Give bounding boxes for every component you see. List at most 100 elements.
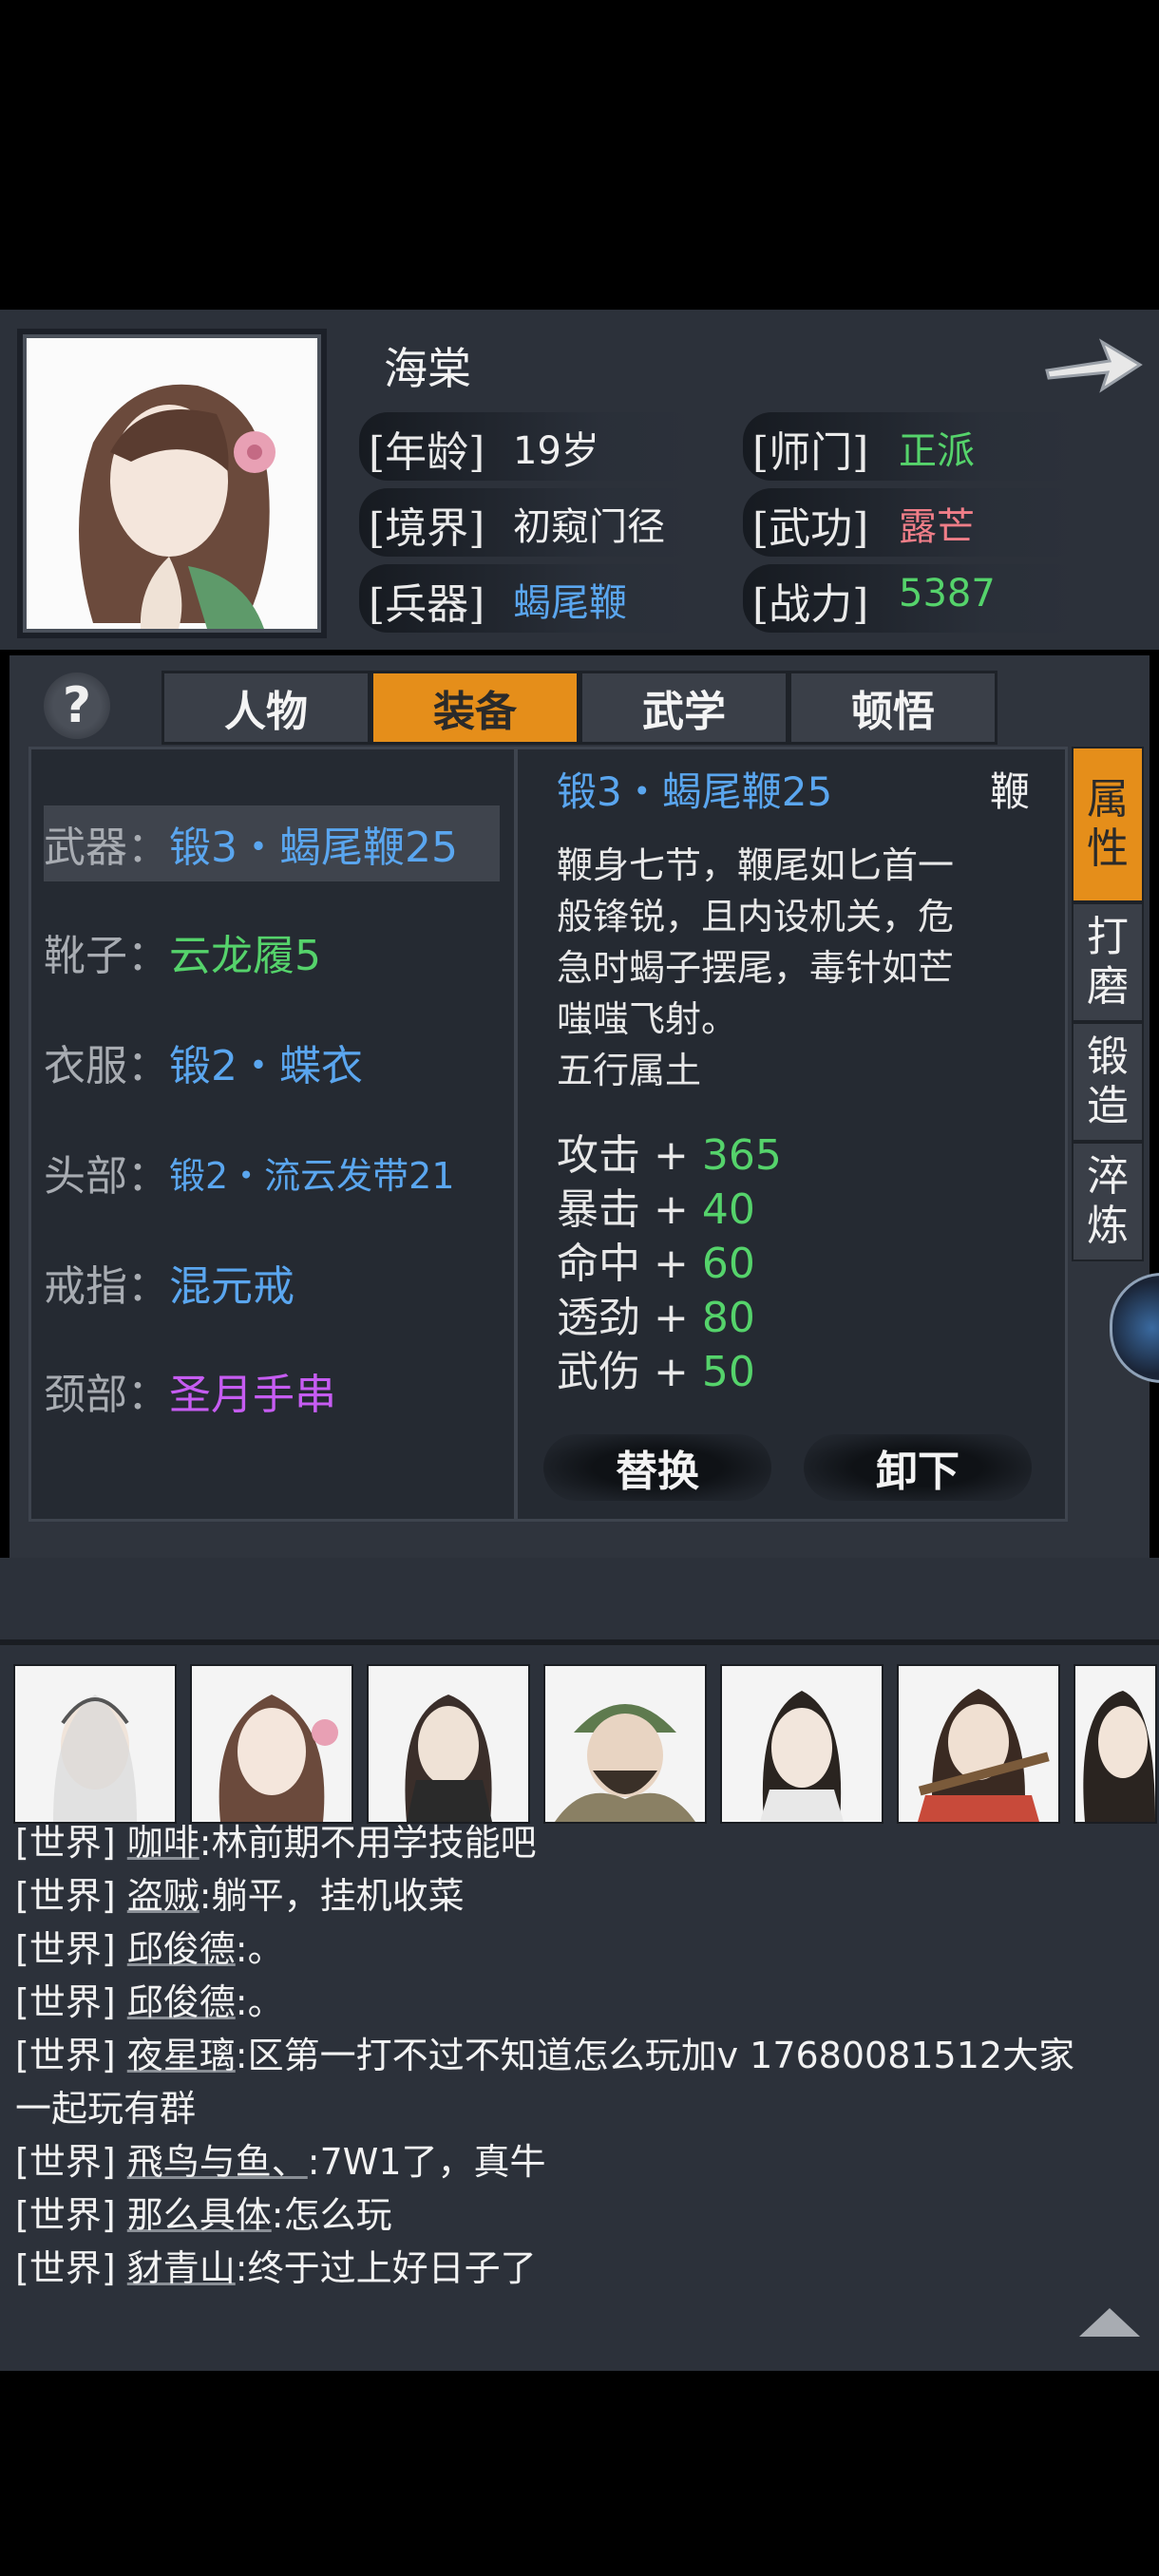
power-value: 5387 xyxy=(899,572,996,616)
side-tab-char: 磨 xyxy=(1087,962,1129,1011)
team-member-portrait[interactable] xyxy=(1074,1664,1157,1824)
portrait-illustration xyxy=(27,338,317,629)
chat-channel: [世界] xyxy=(15,1875,116,1917)
unequip-button[interactable]: 卸下 xyxy=(804,1434,1032,1501)
team-member-portrait[interactable] xyxy=(190,1664,353,1824)
slot-label: 头部： xyxy=(44,1152,169,1201)
chat-text: :怎么玩 xyxy=(271,2194,392,2236)
slot-item: 锻3・蝎尾鞭25 xyxy=(169,824,458,872)
chat-sender[interactable]: 飛鸟与鱼、 xyxy=(127,2141,308,2183)
desc-line: 般锋锐，且内设机关，危 xyxy=(557,896,955,938)
team-member-portrait[interactable] xyxy=(367,1664,530,1824)
equip-slot-clothes[interactable]: 衣服： 锻2・蝶衣 xyxy=(44,1024,500,1100)
chat-channel: [世界] xyxy=(15,2194,116,2236)
age-value: 19岁 xyxy=(513,429,599,473)
equip-slot-weapon[interactable]: 武器： 锻3・蝎尾鞭25 xyxy=(44,805,500,881)
equip-slot-head[interactable]: 头部： 锻2・流云发带21 xyxy=(44,1134,500,1210)
slot-label: 戒指： xyxy=(44,1262,169,1311)
stat-name: 命中 xyxy=(557,1240,640,1288)
martial-label: [武功] xyxy=(752,504,869,553)
divider xyxy=(0,1639,1159,1645)
stat-plus: + xyxy=(654,1348,689,1396)
chat-text: :躺平，挂机收菜 xyxy=(199,1875,465,1917)
team-member-portrait[interactable] xyxy=(13,1664,177,1824)
chat-text: :。 xyxy=(235,1981,284,2023)
side-tab-char: 属 xyxy=(1087,775,1129,824)
chat-text: :7W1了，真牛 xyxy=(307,2141,546,2183)
stat-row: 命中 + 60 xyxy=(557,1237,782,1291)
tab-equipment[interactable]: 装备 xyxy=(370,671,580,745)
chat-sender[interactable]: 盗贼 xyxy=(127,1875,200,1917)
detail-description: 鞭身七节，鞭尾如匕首一 般锋锐，且内设机关，危 急时蝎子摆尾，毒针如芒 嗤嗤飞射… xyxy=(557,840,1032,1096)
chat-text: 一起玩有群 xyxy=(15,2088,197,2130)
chat-text: :区第一打不过不知道怎么玩加v 17680081512大家 xyxy=(235,2035,1075,2076)
slot-item: 圣月手串 xyxy=(169,1371,336,1419)
side-tab-char: 炼 xyxy=(1087,1202,1129,1250)
next-character-arrow-icon[interactable] xyxy=(1041,329,1146,401)
slot-label: 靴子： xyxy=(44,932,169,980)
tab-enlightenment[interactable]: 顿悟 xyxy=(788,671,998,745)
side-tab-temper[interactable]: 淬 炼 xyxy=(1072,1142,1144,1261)
weapon-value: 蝎尾鞭 xyxy=(513,581,627,625)
stat-plus: + xyxy=(654,1131,689,1180)
chat-message: 一起玩有群 xyxy=(15,2082,1146,2135)
chat-channel: [世界] xyxy=(15,2247,116,2289)
chat-message: [世界] 咖啡:林前期不用学技能吧 xyxy=(15,1816,1146,1869)
team-member-portrait[interactable] xyxy=(720,1664,884,1824)
stat-row: 暴击 + 40 xyxy=(557,1183,782,1237)
detail-stats: 攻击 + 365 暴击 + 40 命中 + 60 透劲 + 80 武伤 + 50 xyxy=(557,1128,782,1399)
sect-value: 正派 xyxy=(899,429,975,473)
tab-character[interactable]: 人物 xyxy=(162,671,370,745)
chat-message: [世界] 夜星璃:区第一打不过不知道怎么玩加v 17680081512大家 xyxy=(15,2029,1146,2082)
chat-sender[interactable]: 邱俊德 xyxy=(127,1928,236,1970)
chat-sender[interactable]: 夜星璃 xyxy=(127,2035,236,2076)
side-tab-polish[interactable]: 打 磨 xyxy=(1072,902,1144,1022)
realm-value: 初窥门径 xyxy=(513,505,665,549)
chat-text: :终于过上好日子了 xyxy=(235,2247,537,2289)
side-tab-forge[interactable]: 锻 造 xyxy=(1072,1022,1144,1142)
stat-value: 80 xyxy=(701,1294,755,1342)
team-member-portrait[interactable] xyxy=(543,1664,707,1824)
stat-plus: + xyxy=(654,1240,689,1288)
slot-label: 武器： xyxy=(44,824,169,872)
stat-plus: + xyxy=(654,1185,689,1234)
chat-sender[interactable]: 咖啡 xyxy=(127,1822,200,1864)
replace-button[interactable]: 替换 xyxy=(543,1434,771,1501)
power-label: [战力] xyxy=(752,580,869,629)
equip-slot-ring[interactable]: 戒指： 混元戒 xyxy=(44,1244,500,1320)
stat-name: 暴击 xyxy=(557,1185,640,1234)
equip-slot-boots[interactable]: 靴子： 云龙履5 xyxy=(44,914,500,990)
detail-side-tabs: 属 性 打 磨 锻 造 淬 炼 xyxy=(1072,747,1144,1261)
equip-slot-neck[interactable]: 颈部： 圣月手串 xyxy=(44,1353,500,1429)
chat-channel: [世界] xyxy=(15,2035,116,2076)
team-member-portrait[interactable] xyxy=(897,1664,1060,1824)
chat-message: [世界] 邱俊德:。 xyxy=(15,1976,1146,2029)
slot-item: 锻2・流云发带21 xyxy=(169,1154,455,1197)
team-member-row xyxy=(13,1664,1157,1824)
tab-martial-arts[interactable]: 武学 xyxy=(580,671,788,745)
weapon-label: [兵器] xyxy=(369,580,485,629)
chat-message: [世界] 盗贼:躺平，挂机收菜 xyxy=(15,1869,1146,1923)
slot-item: 云龙履5 xyxy=(169,932,321,980)
expand-chat-icon[interactable] xyxy=(1075,2302,1144,2340)
chat-channel: [世界] xyxy=(15,1822,116,1864)
stat-row: 透劲 + 80 xyxy=(557,1291,782,1345)
help-symbol: ? xyxy=(62,677,92,734)
desc-element: 五行属土 xyxy=(557,1050,702,1091)
stat-name: 攻击 xyxy=(557,1131,640,1180)
chat-sender[interactable]: 豺青山 xyxy=(127,2247,236,2289)
slot-item: 混元戒 xyxy=(169,1262,294,1311)
slot-item: 锻2・蝶衣 xyxy=(169,1042,363,1090)
stat-name: 武伤 xyxy=(557,1348,640,1396)
side-tab-attributes[interactable]: 属 性 xyxy=(1072,747,1144,902)
side-tab-char: 性 xyxy=(1087,824,1129,873)
stat-value: 40 xyxy=(701,1185,755,1234)
side-tab-char: 造 xyxy=(1087,1082,1129,1130)
chat-sender[interactable]: 邱俊德 xyxy=(127,1981,236,2023)
chat-message: [世界] 那么具体:怎么玩 xyxy=(15,2188,1146,2242)
help-icon[interactable]: ? xyxy=(44,672,110,739)
character-portrait xyxy=(23,334,321,633)
age-label: [年龄] xyxy=(369,428,485,477)
chat-sender[interactable]: 那么具体 xyxy=(127,2194,272,2236)
sect-label: [师门] xyxy=(752,428,869,477)
